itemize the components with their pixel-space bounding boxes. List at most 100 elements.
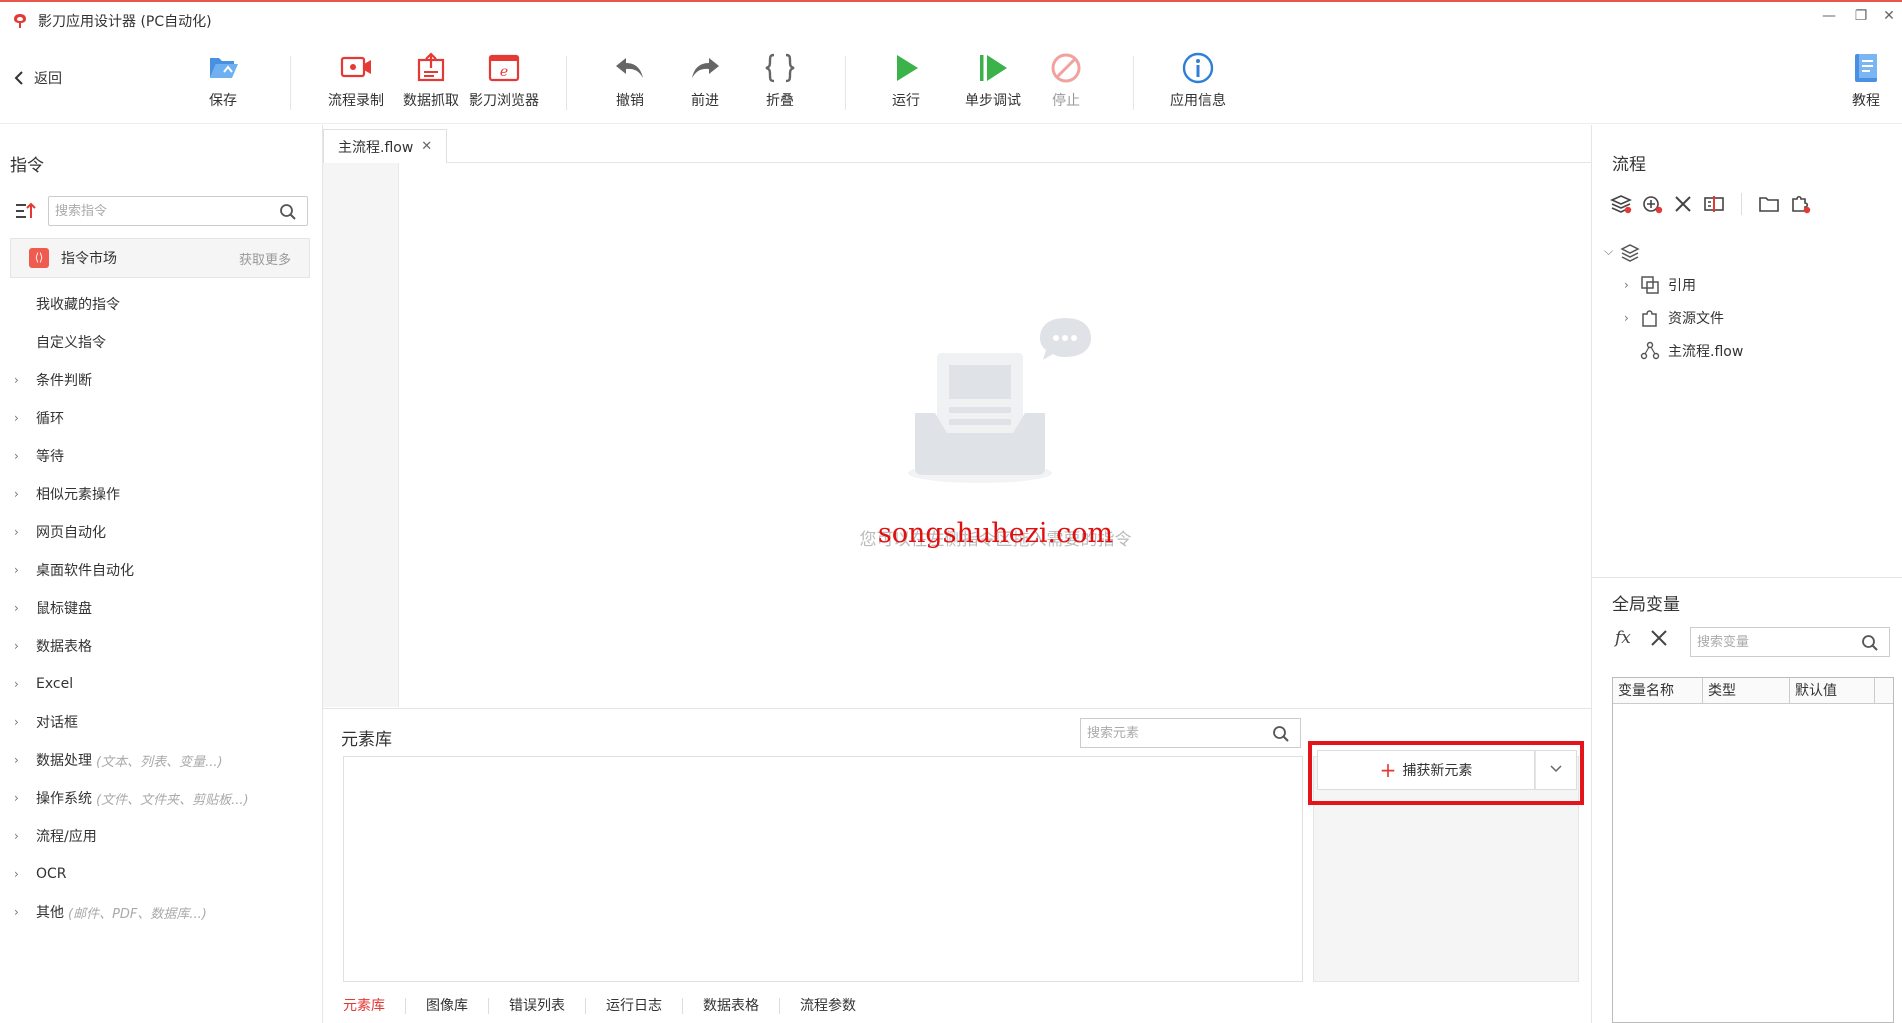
add-variable-fx-icon[interactable]: fx <box>1615 628 1631 648</box>
restore-button[interactable]: ❐ <box>1849 8 1873 24</box>
save-button[interactable]: 保存 <box>185 50 261 112</box>
column-header-type[interactable]: 类型 <box>1703 678 1790 703</box>
global-vars-title: 全局变量 <box>1612 595 1680 615</box>
run-button[interactable]: 运行 <box>868 50 944 112</box>
tutorial-button[interactable]: 教程 <box>1830 50 1902 112</box>
browser-button[interactable]: e 影刀浏览器 <box>466 50 542 112</box>
stop-button[interactable]: 停止 <box>1028 50 1104 112</box>
chevron-right-icon[interactable]: › <box>14 411 19 425</box>
chevron-right-icon[interactable]: › <box>14 487 19 501</box>
chevron-right-icon[interactable]: › <box>14 373 19 387</box>
chevron-right-icon[interactable]: › <box>14 905 19 919</box>
record-button[interactable]: 流程录制 <box>318 50 394 112</box>
minimize-button[interactable]: — <box>1817 8 1841 24</box>
chevron-right-icon[interactable]: › <box>14 715 19 729</box>
chevron-right-icon[interactable]: › <box>14 753 19 767</box>
main-toolbar: 返回 保存 流程录制 数据抓取 e 影刀浏览器 撤销 前进 折叠 运行 单步调试 <box>0 42 1902 124</box>
command-category[interactable]: › 流程/应用 <box>0 817 322 855</box>
search-icon[interactable] <box>1861 634 1879 652</box>
tree-node-main-flow[interactable]: 主流程.flow <box>1602 334 1892 367</box>
command-category[interactable]: › 桌面软件自动化 <box>0 551 322 589</box>
bottom-tab[interactable]: 运行日志 <box>586 998 683 1014</box>
tree-node-ref[interactable]: › 引用 <box>1602 268 1892 301</box>
command-category[interactable]: › OCR <box>0 855 322 893</box>
chevron-down-icon[interactable]: ⌵ <box>1604 244 1613 259</box>
tab-main-flow[interactable]: 主流程.flow ✕ <box>323 129 447 163</box>
command-category[interactable]: › 数据表格 <box>0 627 322 665</box>
command-search-field[interactable] <box>48 196 308 226</box>
command-category[interactable]: › 数据处理 (文本、列表、变量...) <box>0 741 322 779</box>
close-button[interactable]: ✕ <box>1877 8 1901 24</box>
resource-puzzle-icon <box>1642 309 1657 327</box>
bottom-tab[interactable]: 错误列表 <box>489 998 586 1014</box>
undo-button[interactable]: 撤销 <box>592 50 668 112</box>
search-icon[interactable] <box>1272 725 1290 743</box>
bottom-tab[interactable]: 数据表格 <box>683 998 780 1014</box>
flow-editor-canvas[interactable]: 您可以在左侧指令区拖入需要的指令 songshuhezi.com <box>400 163 1591 707</box>
command-category[interactable]: › 等待 <box>0 437 322 475</box>
command-category[interactable]: › 条件判断 <box>0 361 322 399</box>
command-category[interactable]: › 循环 <box>0 399 322 437</box>
bottom-tab[interactable]: 元素库 <box>323 998 406 1014</box>
command-market-button[interactable]: ⟨⟩ 指令市场 获取更多 <box>10 238 310 278</box>
record-label: 流程录制 <box>328 93 384 109</box>
bottom-tab[interactable]: 流程参数 <box>780 998 876 1014</box>
chevron-right-icon[interactable]: › <box>14 829 19 843</box>
command-search-input[interactable] <box>55 197 265 225</box>
add-layer-icon[interactable] <box>1609 192 1633 216</box>
chevron-right-icon[interactable]: › <box>14 563 19 577</box>
braces-icon <box>765 53 795 83</box>
tree-node-resources[interactable]: › 资源文件 <box>1602 301 1892 334</box>
column-header-name[interactable]: 变量名称 <box>1613 678 1703 703</box>
back-chevron-icon <box>14 71 23 85</box>
chevron-right-icon[interactable]: › <box>14 449 19 463</box>
data-grab-button[interactable]: 数据抓取 <box>393 50 469 112</box>
app-info-button[interactable]: 应用信息 <box>1160 50 1236 112</box>
element-list[interactable] <box>343 756 1303 982</box>
market-more-link[interactable]: 获取更多 <box>239 249 291 268</box>
tree-node-ref-label: 引用 <box>1668 277 1696 294</box>
command-category[interactable]: 自定义指令 <box>0 323 322 361</box>
delete-icon[interactable] <box>1671 192 1695 216</box>
command-category[interactable]: 我收藏的指令 <box>0 285 322 323</box>
tab-close-icon[interactable]: ✕ <box>421 139 432 154</box>
command-category[interactable]: › 鼠标键盘 <box>0 589 322 627</box>
delete-variable-icon[interactable] <box>1648 627 1670 649</box>
command-category[interactable]: › 网页自动化 <box>0 513 322 551</box>
search-icon[interactable] <box>279 203 297 221</box>
command-category[interactable]: › 操作系统 (文件、文件夹、剪贴板...) <box>0 779 322 817</box>
bottom-tab[interactable]: 图像库 <box>406 998 489 1014</box>
element-search-input[interactable] <box>1087 719 1257 747</box>
redo-button[interactable]: 前进 <box>667 50 743 112</box>
command-category[interactable]: › 相似元素操作 <box>0 475 322 513</box>
chevron-right-icon[interactable]: › <box>1624 278 1629 292</box>
chevron-right-icon[interactable]: › <box>1624 311 1629 325</box>
element-search-field[interactable] <box>1080 718 1301 748</box>
book-icon <box>1855 54 1877 82</box>
folder-icon[interactable] <box>1757 192 1781 216</box>
column-header-default[interactable]: 默认值 <box>1790 678 1875 703</box>
command-category[interactable]: › 对话框 <box>0 703 322 741</box>
add-plugin-icon[interactable] <box>1788 192 1812 216</box>
right-panel: 流程 ⌵ › 引用 › 资源文件 主流程.flow 全局变量 fx 搜索变量 变… <box>1591 125 1902 1023</box>
chevron-right-icon[interactable]: › <box>14 639 19 653</box>
add-subflow-icon[interactable] <box>1640 192 1664 216</box>
toolbar-divider <box>1133 56 1134 110</box>
chevron-right-icon[interactable]: › <box>14 601 19 615</box>
global-variables-table[interactable]: 变量名称 类型 默认值 <box>1612 677 1894 1023</box>
command-category[interactable]: › Excel <box>0 665 322 703</box>
fold-button[interactable]: 折叠 <box>742 50 818 112</box>
tree-root[interactable]: ⌵ <box>1602 235 1892 268</box>
chevron-right-icon[interactable]: › <box>14 867 19 881</box>
chevron-right-icon[interactable]: › <box>14 677 19 691</box>
rename-icon[interactable] <box>1702 192 1726 216</box>
command-category[interactable]: › 其他 (邮件、PDF、数据库...) <box>0 893 322 931</box>
info-icon <box>1182 52 1214 84</box>
sort-icon[interactable] <box>14 200 36 222</box>
back-button[interactable]: 返回 <box>14 68 62 88</box>
chevron-right-icon[interactable]: › <box>14 525 19 539</box>
variable-search-field[interactable] <box>1690 627 1890 657</box>
variable-search-input[interactable] <box>1697 628 1847 656</box>
step-debug-button[interactable]: 单步调试 <box>955 50 1031 112</box>
chevron-right-icon[interactable]: › <box>14 791 19 805</box>
